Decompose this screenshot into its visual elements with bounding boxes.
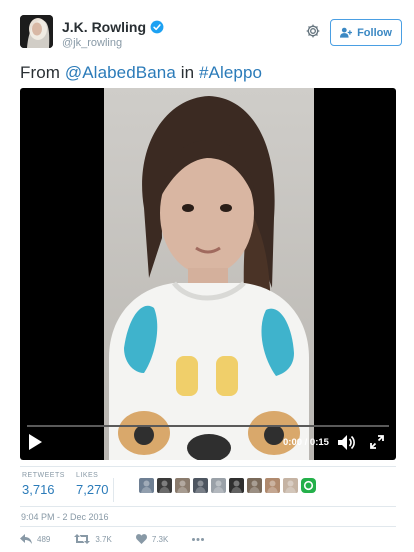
liker-avatar[interactable] <box>301 478 316 493</box>
video-thumbnail <box>104 88 314 460</box>
more-button[interactable] <box>192 537 205 541</box>
liker-avatar[interactable] <box>265 478 280 493</box>
retweets-value: 3,716 <box>22 482 55 497</box>
play-icon[interactable] <box>29 434 42 450</box>
liker-avatar[interactable] <box>157 478 172 493</box>
likes-stat[interactable]: LIKES 7,270 <box>76 472 109 497</box>
tweet-text-middle: in <box>175 63 199 82</box>
follow-button[interactable]: Follow <box>330 19 402 46</box>
liker-avatar[interactable] <box>283 478 298 493</box>
divider-bottom <box>20 526 396 527</box>
like-button[interactable]: 7.3K <box>135 534 169 544</box>
tweet-timestamp[interactable]: 9:04 PM - 2 Dec 2016 <box>21 512 109 522</box>
tweet-header: J.K. Rowling @jk_rowling Follow <box>20 15 402 55</box>
retweet-icon <box>74 534 91 544</box>
volume-icon[interactable] <box>338 435 355 450</box>
retweets-stat[interactable]: RETWEETS 3,716 <box>22 472 65 497</box>
liker-avatar[interactable] <box>229 478 244 493</box>
liker-avatars <box>139 478 316 493</box>
liker-avatar[interactable] <box>211 478 226 493</box>
hashtag-link[interactable]: #Aleppo <box>199 63 262 82</box>
fullscreen-icon[interactable] <box>370 435 384 449</box>
tweet-text: From @AlabedBana in #Aleppo <box>20 63 262 83</box>
retweet-count: 3.7K <box>95 534 112 544</box>
liker-avatar[interactable] <box>139 478 154 493</box>
tweet-actions: 489 3.7K 7.3K <box>20 532 228 546</box>
video-progress-bar[interactable] <box>27 425 389 427</box>
like-count: 7.3K <box>151 534 169 544</box>
likes-label: LIKES <box>76 472 99 479</box>
tweet-text-prefix: From <box>20 63 65 82</box>
gear-icon[interactable] <box>305 23 321 39</box>
divider-middle <box>20 506 396 507</box>
mention-link[interactable]: @AlabedBana <box>65 63 176 82</box>
author-handle[interactable]: @jk_rowling <box>62 37 122 49</box>
author-name[interactable]: J.K. Rowling <box>62 19 146 35</box>
likes-value: 7,270 <box>76 482 109 497</box>
heart-icon <box>135 534 147 544</box>
liker-avatar[interactable] <box>175 478 190 493</box>
retweets-label: RETWEETS <box>22 472 65 479</box>
video-time: 0:00 / 0:15 <box>283 437 329 448</box>
liker-avatar[interactable] <box>247 478 262 493</box>
stats-divider <box>113 478 114 502</box>
video-player[interactable]: 0:00 / 0:15 <box>20 88 396 460</box>
divider-top <box>20 466 396 467</box>
verified-badge-icon <box>150 20 164 34</box>
author-avatar[interactable] <box>20 15 53 48</box>
liker-avatar[interactable] <box>193 478 208 493</box>
follow-person-icon <box>340 27 353 38</box>
retweet-button[interactable]: 3.7K <box>74 534 112 544</box>
reply-button[interactable]: 489 <box>20 534 50 544</box>
reply-count: 489 <box>37 534 51 544</box>
more-icon <box>192 537 205 541</box>
follow-button-label: Follow <box>357 26 392 39</box>
reply-icon <box>20 534 32 544</box>
